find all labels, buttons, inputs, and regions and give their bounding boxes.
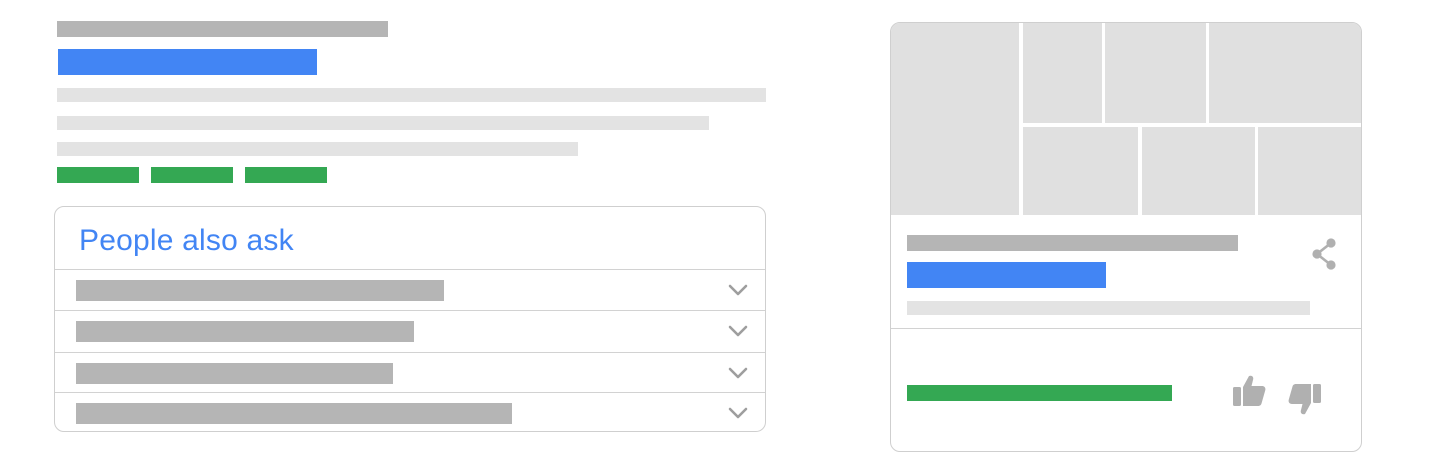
result-title-link[interactable] xyxy=(58,49,317,75)
chevron-down-icon[interactable] xyxy=(727,282,749,298)
share-icon[interactable] xyxy=(1309,237,1339,271)
image-thumbnail[interactable] xyxy=(1142,127,1255,215)
entity-subtitle-placeholder xyxy=(907,235,1238,251)
image-thumbnail[interactable] xyxy=(1209,23,1361,123)
card-divider xyxy=(891,328,1361,329)
paa-question-text xyxy=(76,280,444,301)
paa-question-text xyxy=(76,321,414,342)
chevron-down-icon[interactable] xyxy=(727,405,749,421)
paa-question-row[interactable] xyxy=(55,310,765,351)
chevron-down-icon[interactable] xyxy=(727,323,749,339)
result-sitelink-tag[interactable] xyxy=(245,167,327,183)
paa-question-row[interactable] xyxy=(55,352,765,393)
paa-question-text xyxy=(76,403,512,424)
image-thumbnail[interactable] xyxy=(1023,127,1138,215)
result-snippet-line-2 xyxy=(57,116,709,130)
entity-description-line xyxy=(907,301,1310,315)
result-sitelink-tag[interactable] xyxy=(151,167,233,183)
knowledge-panel xyxy=(890,22,1362,452)
paa-question-row[interactable] xyxy=(55,269,765,310)
people-also-ask-panel: People also ask xyxy=(54,206,766,432)
chevron-down-icon[interactable] xyxy=(727,365,749,381)
entity-title-link[interactable] xyxy=(907,262,1106,288)
paa-question-row[interactable] xyxy=(55,392,765,431)
result-snippet-line-3 xyxy=(57,142,578,156)
image-thumbnail[interactable] xyxy=(1023,23,1102,123)
result-url-placeholder[interactable] xyxy=(57,21,388,37)
feedback-link-placeholder[interactable] xyxy=(907,385,1172,401)
people-also-ask-heading: People also ask xyxy=(79,224,294,257)
result-sitelink-tag[interactable] xyxy=(57,167,139,183)
thumbs-up-icon[interactable] xyxy=(1231,373,1267,409)
image-thumbnail[interactable] xyxy=(1105,23,1206,123)
image-thumbnail[interactable] xyxy=(891,23,1019,215)
image-thumbnail[interactable] xyxy=(1258,127,1361,215)
result-snippet-line-1 xyxy=(57,88,766,102)
thumbs-down-icon[interactable] xyxy=(1287,381,1323,417)
paa-question-text xyxy=(76,363,393,384)
